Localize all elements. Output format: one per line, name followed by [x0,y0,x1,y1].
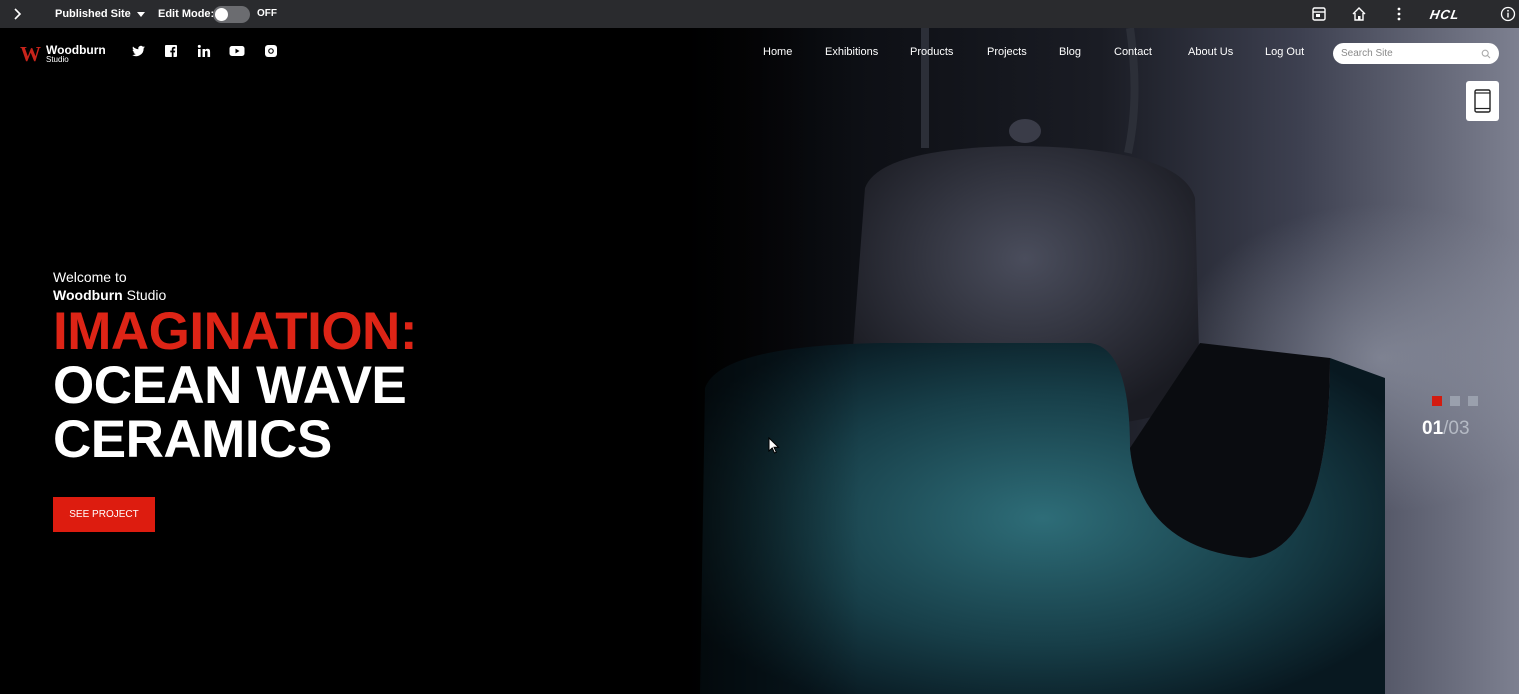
slide-current: 01 [1422,418,1444,439]
slide-dot-1[interactable] [1432,396,1442,406]
slide-indicators [1432,396,1478,406]
caret-down-icon [136,11,145,17]
linkedin-icon[interactable] [197,44,211,58]
twitter-icon[interactable] [132,44,146,58]
headline-accent: IMAGINATION: [53,302,417,361]
hcl-logo: HCL [1428,7,1462,22]
slide-dot-3[interactable] [1468,396,1478,406]
nav-contact[interactable]: Contact [1114,46,1152,58]
info-icon[interactable] [1500,5,1516,23]
slide-dot-2[interactable] [1450,396,1460,406]
home-icon[interactable] [1351,5,1367,23]
search-input[interactable]: Search Site [1333,43,1499,64]
device-preview-button[interactable] [1466,81,1499,121]
nav-blog[interactable]: Blog [1059,46,1081,58]
brand-logo[interactable]: W Woodburn Studio [20,42,106,67]
chevron-right-icon[interactable] [12,6,24,22]
tablet-icon [1474,89,1491,113]
site-selector-dropdown[interactable]: Published Site [55,8,145,20]
welcome-brand-rest: Studio [122,287,167,303]
see-project-button[interactable]: SEE PROJECT [53,497,155,532]
welcome-text: Welcome to [53,269,127,285]
hero-headline: IMAGINATION: OCEAN WAVE CERAMICS [53,305,417,467]
more-vertical-icon[interactable] [1394,5,1404,23]
edit-mode-toggle[interactable] [213,6,250,23]
headline-line-3: CERAMICS [53,410,332,469]
nav-exhibitions[interactable]: Exhibitions [825,46,878,58]
youtube-icon[interactable] [229,44,245,58]
app-icon[interactable] [1312,5,1326,23]
nav-log-out[interactable]: Log Out [1265,46,1304,58]
slide-total: /03 [1443,418,1470,439]
admin-toolbar: Published Site Edit Mode: OFF HCL [0,0,1519,28]
instagram-icon[interactable] [264,44,278,58]
nav-projects[interactable]: Projects [987,46,1027,58]
brand-mark: W [20,42,41,66]
mouse-cursor-icon [768,437,780,454]
brand-name: Woodburn [46,42,106,57]
slide-counter: 01/03 [1422,418,1470,440]
nav-home[interactable]: Home [763,46,792,58]
edit-mode-label: Edit Mode: [158,8,215,20]
edit-mode-state: OFF [257,8,277,19]
nav-products[interactable]: Products [910,46,953,58]
hero-welcome: Welcome to Woodburn Studio [53,268,166,304]
site-selector-label: Published Site [55,8,131,20]
headline-line-2: OCEAN WAVE [53,356,407,415]
search-placeholder: Search Site [1341,48,1393,59]
welcome-brand: Woodburn [53,287,123,303]
nav-about-us[interactable]: About Us [1188,46,1233,58]
search-icon[interactable] [1481,49,1491,59]
facebook-icon[interactable] [164,44,178,58]
